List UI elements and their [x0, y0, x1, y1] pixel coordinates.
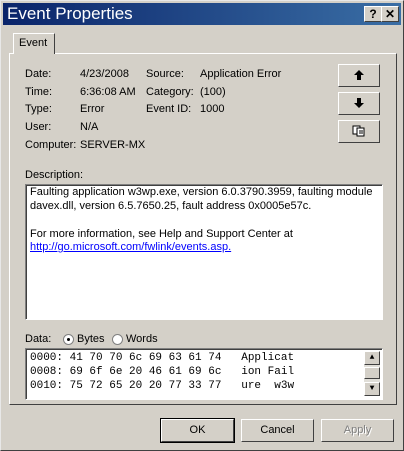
scroll-up-button[interactable]: ▲: [364, 351, 380, 365]
previous-event-button[interactable]: [338, 64, 380, 87]
scroll-thumb[interactable]: [364, 367, 380, 379]
source-label: Source:: [146, 68, 184, 80]
computer-label: Computer:: [25, 139, 77, 151]
description-textbox[interactable]: Faulting application w3wp.exe, version 6…: [25, 184, 383, 320]
description-line-1: Faulting application w3wp.exe, version 6…: [30, 186, 373, 198]
window-title: Event Properties: [7, 4, 133, 23]
tab-event-label: Event: [19, 37, 48, 49]
user-label: User:: [25, 121, 52, 133]
help-button[interactable]: ?: [364, 6, 382, 22]
description-label: Description:: [25, 169, 84, 181]
hex-scrollbar[interactable]: ▲ ▼: [364, 351, 380, 396]
category-value: (100): [200, 86, 226, 98]
bytes-radio-label[interactable]: Bytes: [77, 333, 105, 345]
event-properties-window: Event Properties ? ✕ Event Date: 4/23/20…: [0, 0, 404, 451]
title-bar[interactable]: Event Properties ? ✕: [3, 3, 401, 25]
description-line-2: davex.dll, version 6.5.7650.25, fault ad…: [30, 200, 312, 212]
hex-row: 0008: 69 6f 6e 20 46 61 69 6c ion Fail: [30, 366, 295, 378]
data-label: Data:: [25, 333, 52, 345]
type-label: Type:: [25, 103, 52, 115]
words-radio[interactable]: [112, 334, 123, 345]
date-value: 4/23/2008: [80, 68, 129, 80]
close-button[interactable]: ✕: [381, 6, 399, 22]
words-radio-label[interactable]: Words: [126, 333, 158, 345]
ok-button[interactable]: OK: [160, 418, 235, 443]
event-id-value: 1000: [200, 103, 225, 115]
time-label: Time:: [25, 86, 53, 98]
date-label: Date:: [25, 68, 52, 80]
cancel-button[interactable]: Cancel: [241, 419, 314, 442]
computer-value: SERVER-MX: [80, 139, 146, 151]
copy-icon: [352, 125, 365, 137]
help-link[interactable]: http://go.microsoft.com/fwlink/events.as…: [30, 241, 231, 254]
time-value: 6:36:08 AM: [80, 86, 136, 98]
arrow-down-icon: [354, 98, 364, 108]
data-hex-view[interactable]: 0000: 41 70 70 6c 69 63 61 74 Applicat 0…: [25, 348, 383, 400]
apply-button[interactable]: Apply: [321, 419, 394, 442]
next-event-button[interactable]: [338, 92, 380, 115]
copy-button[interactable]: [338, 120, 380, 143]
bytes-radio[interactable]: [63, 334, 74, 345]
hex-row: 0000: 41 70 70 6c 69 63 61 74 Applicat: [30, 352, 295, 364]
user-value: N/A: [80, 121, 99, 133]
event-id-label: Event ID:: [146, 103, 192, 115]
scroll-down-button[interactable]: ▼: [364, 382, 380, 396]
description-line-3: For more information, see Help and Suppo…: [30, 228, 293, 240]
arrow-up-icon: [354, 70, 364, 80]
source-value: Application Error: [200, 68, 282, 80]
hex-row: 0010: 75 72 65 20 20 77 33 77 ure w3w: [30, 380, 295, 392]
category-label: Category:: [146, 86, 194, 98]
type-value: Error: [80, 103, 105, 115]
tab-event[interactable]: Event: [13, 33, 55, 54]
